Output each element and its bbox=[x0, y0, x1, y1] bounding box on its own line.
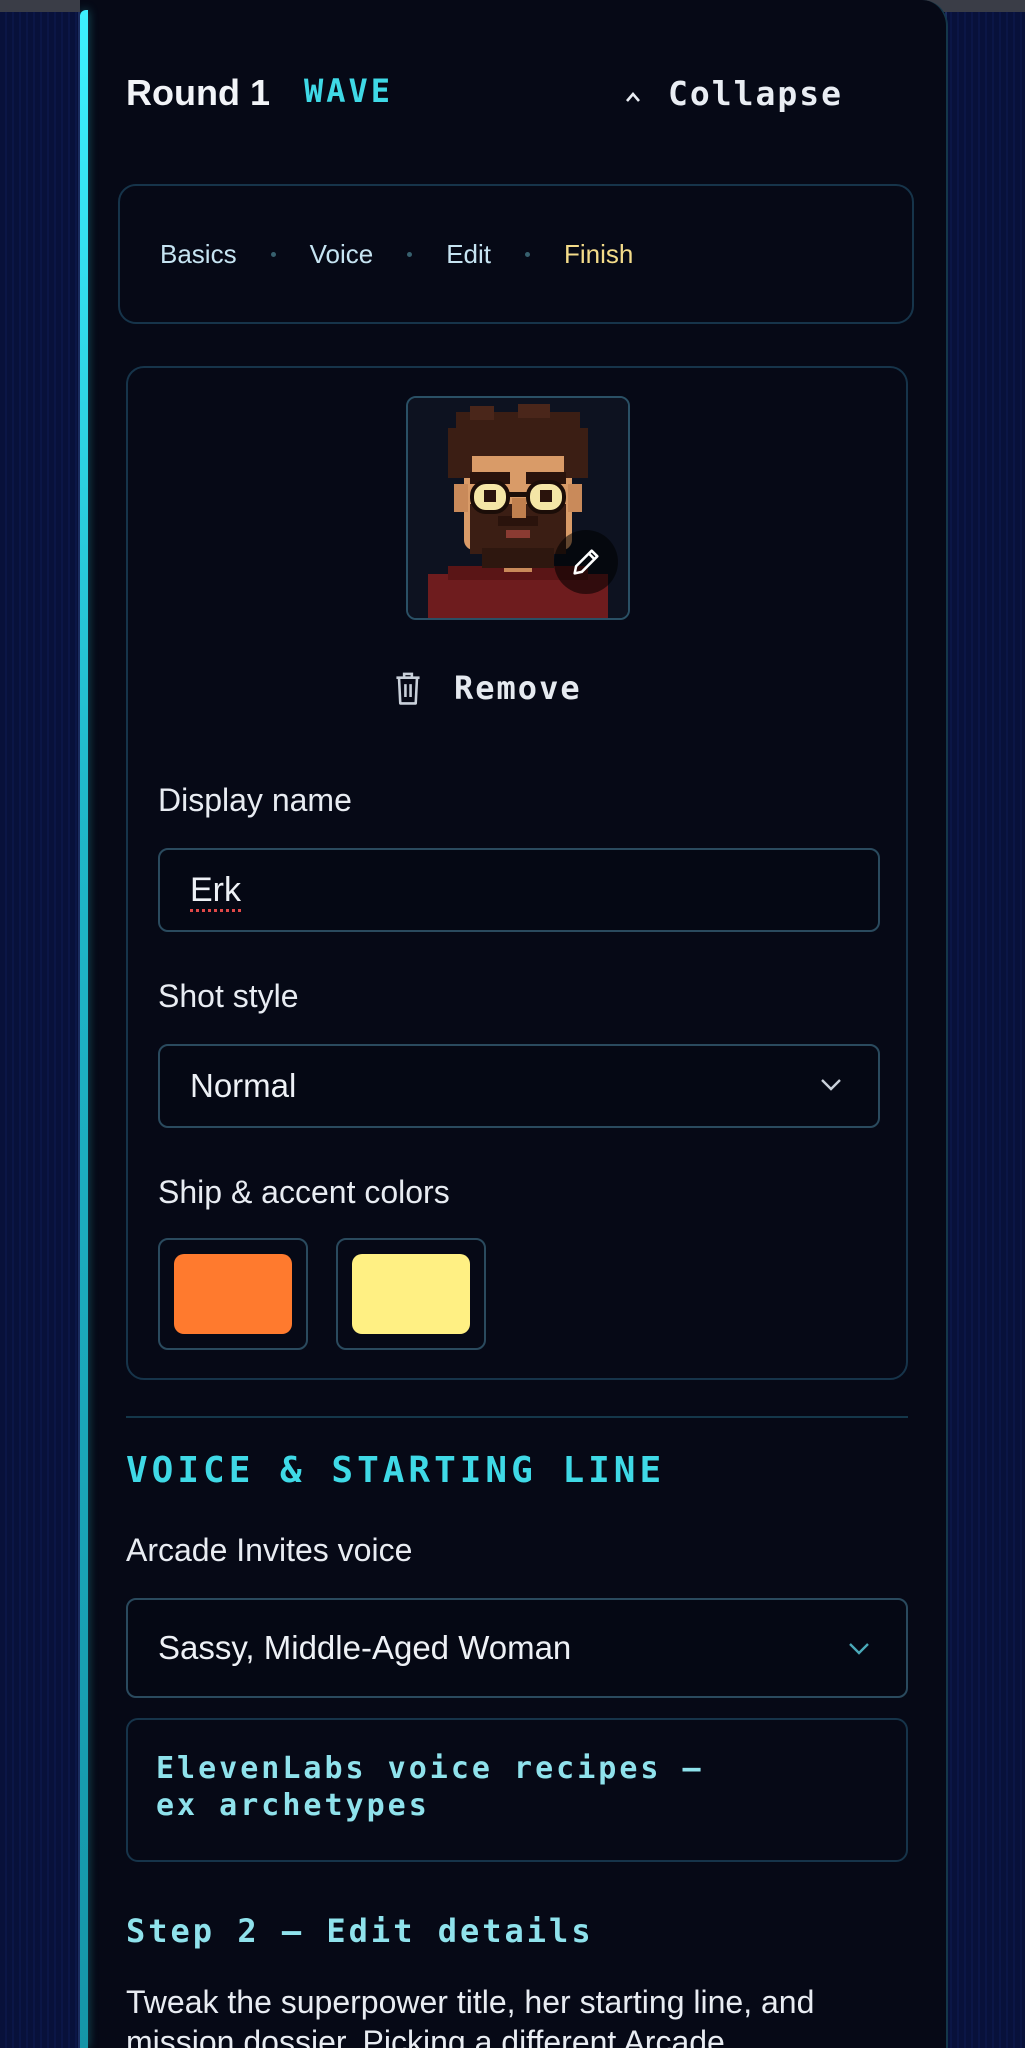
round-title: Round 1 bbox=[126, 72, 270, 113]
voice-select[interactable]: Sassy, Middle-Aged Woman bbox=[126, 1598, 908, 1698]
step-separator bbox=[525, 251, 530, 257]
voice-section-title: VOICE & STARTING LINE bbox=[126, 1450, 666, 1491]
recipes-line-2: ex archetypes bbox=[156, 1788, 430, 1823]
accent-color-swatch[interactable] bbox=[336, 1238, 486, 1350]
display-name-label: Display name bbox=[158, 782, 352, 818]
accent-bar bbox=[80, 10, 88, 2048]
step-navigation: Basics Voice Edit Finish bbox=[118, 184, 914, 324]
chevron-down-icon bbox=[849, 1643, 869, 1655]
avatar[interactable] bbox=[406, 396, 630, 620]
trash-icon bbox=[396, 672, 420, 705]
edit-avatar-button[interactable] bbox=[554, 530, 618, 594]
chevron-down-icon bbox=[821, 1079, 841, 1091]
step-voice[interactable]: Voice bbox=[310, 239, 374, 270]
step-edit[interactable]: Edit bbox=[446, 239, 491, 270]
pencil-icon bbox=[573, 549, 599, 575]
right-background-panel bbox=[945, 12, 1025, 2048]
left-background-panel bbox=[0, 12, 80, 2048]
step2-body: Tweak the superpower title, her starting… bbox=[126, 1984, 815, 2048]
step-separator bbox=[407, 251, 413, 257]
display-name-value: Erk bbox=[190, 870, 241, 909]
voice-recipes-link[interactable]: ElevenLabs voice recipes — ex archetypes bbox=[126, 1718, 908, 1862]
step2-title: Step 2 — Edit details bbox=[126, 1912, 594, 1950]
round-tag: WAVE bbox=[304, 72, 394, 110]
step-finish[interactable]: Finish bbox=[564, 239, 633, 270]
section-divider bbox=[126, 1416, 908, 1418]
collapse-label: Collapse bbox=[668, 73, 843, 113]
round-card: Round 1 WAVE Collapse Basics Voice Edit … bbox=[80, 0, 948, 2048]
remove-avatar-button[interactable]: Remove bbox=[392, 664, 582, 712]
profile-panel: Remove Display name Erk Shot style Norma… bbox=[126, 366, 908, 1380]
colors-label: Ship & accent colors bbox=[158, 1174, 450, 1210]
step-separator bbox=[270, 251, 276, 257]
step-basics[interactable]: Basics bbox=[160, 239, 237, 270]
shot-style-select[interactable]: Normal bbox=[158, 1044, 880, 1128]
recipes-line-1: ElevenLabs voice recipes — bbox=[156, 1751, 704, 1786]
ship-color-fill bbox=[174, 1254, 292, 1334]
accent-color-fill bbox=[352, 1254, 470, 1334]
shot-style-label: Shot style bbox=[158, 978, 299, 1014]
ship-color-swatch[interactable] bbox=[158, 1238, 308, 1350]
display-name-input[interactable]: Erk bbox=[158, 848, 880, 932]
chevron-up-icon bbox=[626, 92, 640, 102]
collapse-button[interactable]: Collapse bbox=[624, 66, 924, 120]
remove-label: Remove bbox=[454, 669, 582, 707]
shot-style-value: Normal bbox=[190, 1067, 297, 1104]
voice-label: Arcade Invites voice bbox=[126, 1532, 413, 1568]
voice-value: Sassy, Middle-Aged Woman bbox=[158, 1629, 572, 1666]
